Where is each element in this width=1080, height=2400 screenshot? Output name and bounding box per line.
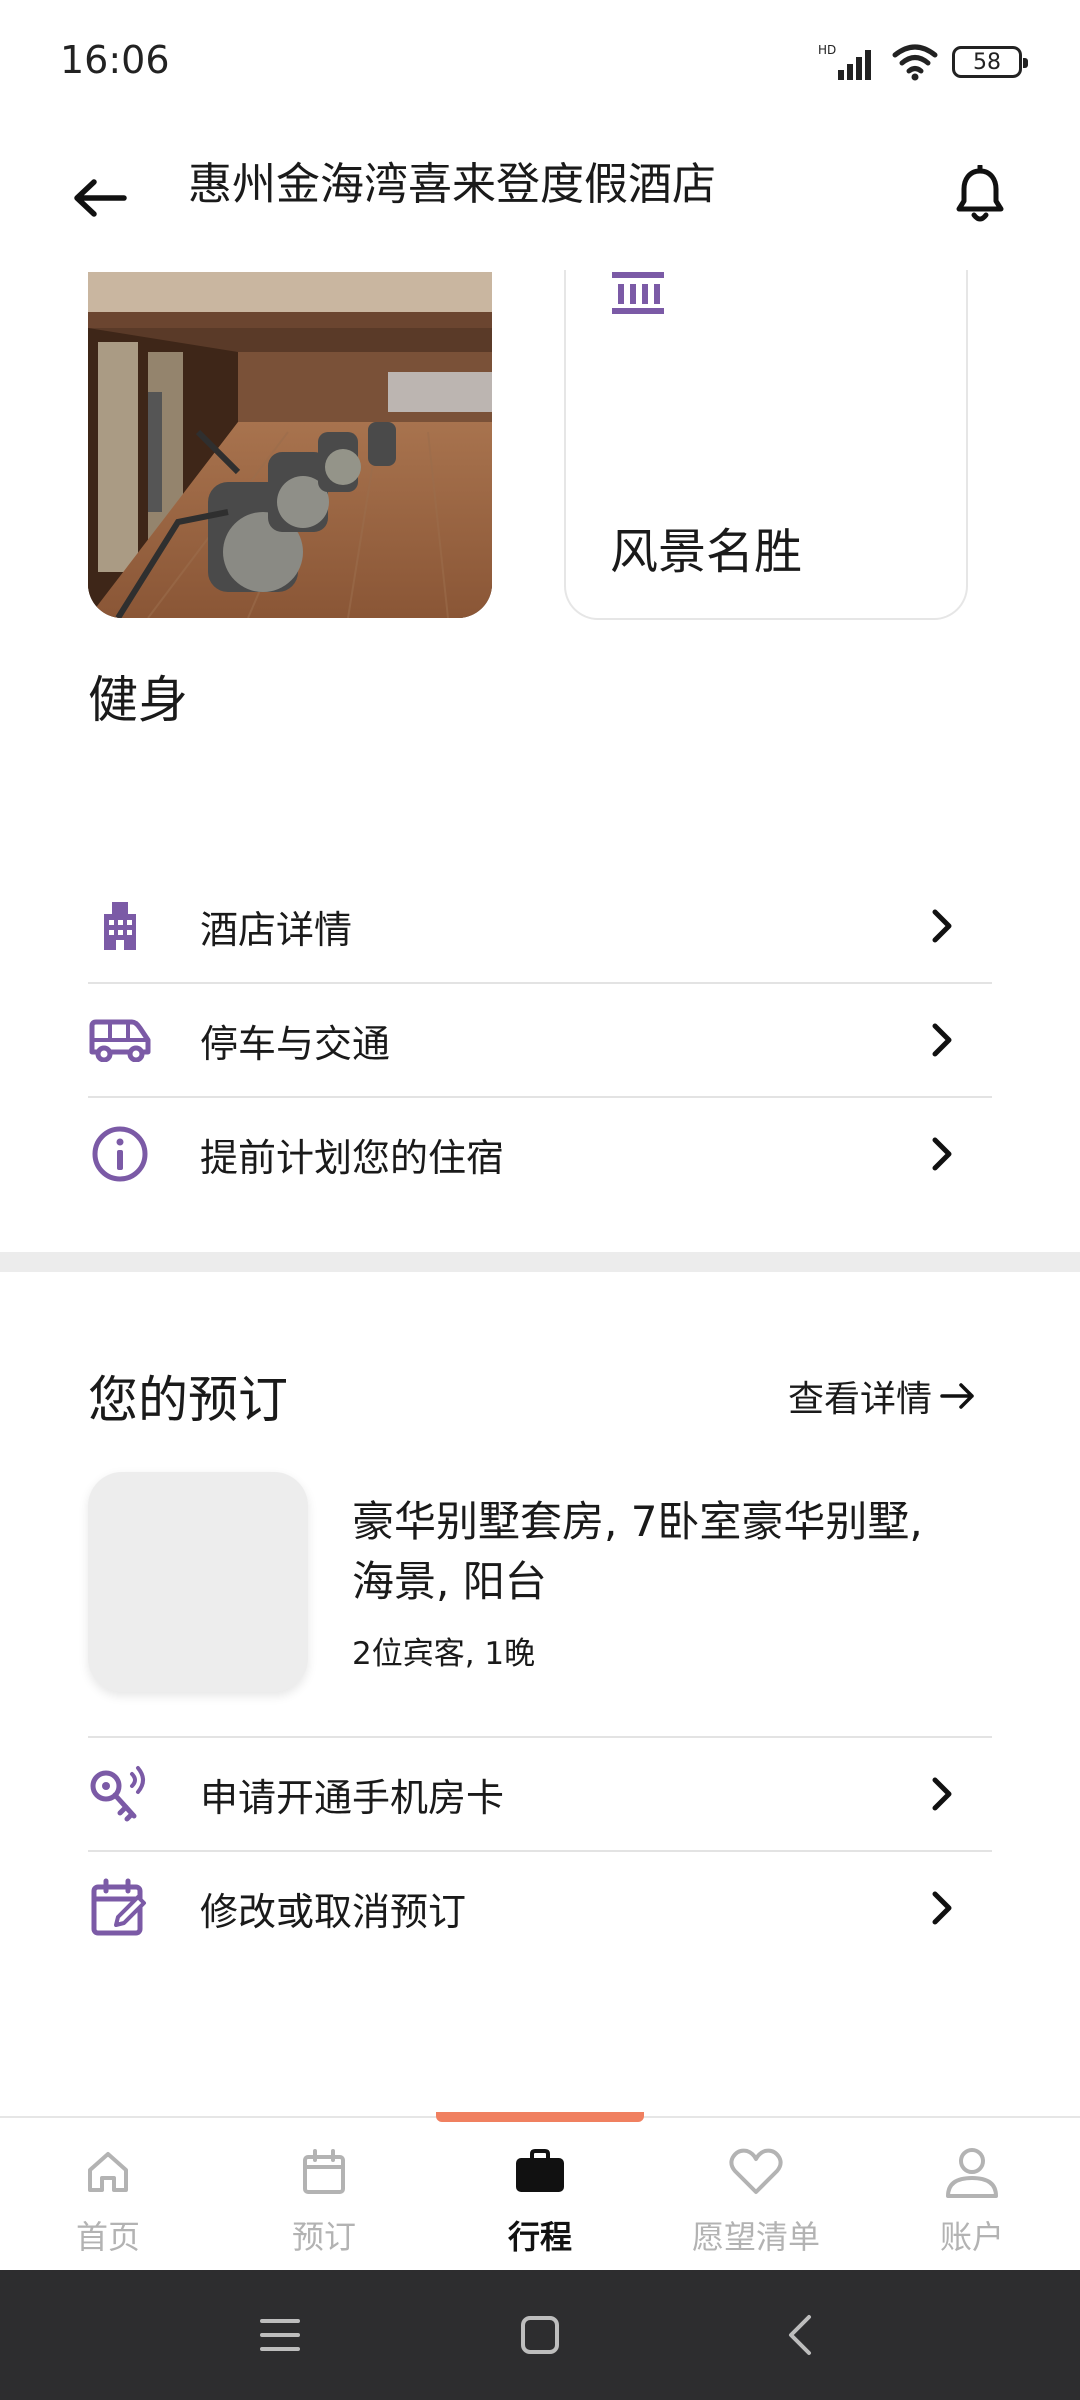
nav-label: 预订 [291,2218,356,2256]
room-name: 豪华别墅套房, 7卧室豪华别墅, 海景, 阳台 [352,1497,923,1606]
svg-text:HD: HD [818,43,836,57]
battery-level: 58 [973,49,1001,75]
home-button[interactable] [505,2300,575,2370]
row-label: 停车与交通 [200,1021,391,1066]
status-time: 16:06 [60,38,170,82]
parking-transport-row[interactable]: 停车与交通 [88,984,992,1096]
amenity-label-scenic: 风景名胜 [610,524,803,580]
key-icon [88,1762,152,1826]
nav-item-wishlist[interactable]: 愿望清单 [648,2118,864,2270]
gym-image [88,272,492,618]
nav-item-account[interactable]: 账户 [864,2118,1080,2270]
heart-icon [726,2142,786,2202]
menu-button[interactable] [245,2300,315,2370]
chevron-right-icon [912,896,972,956]
nav-item-trips[interactable]: 行程 [432,2118,648,2270]
mobile-key-row[interactable]: 申请开通手机房卡 [88,1738,992,1850]
briefcase-icon [510,2142,570,2202]
building-icon [88,894,152,958]
bottom-nav: 首页 预订 行程 愿望清单 账户 [0,2116,1080,2270]
calendar-edit-icon [88,1876,152,1940]
hotel-details-row[interactable]: 酒店详情 [88,870,992,982]
notifications-button[interactable] [940,150,1020,240]
menu-icon [260,2319,300,2351]
row-label: 提前计划您的住宿 [200,1135,505,1180]
chevron-right-icon [912,1764,972,1824]
view-details-label: 查看详情 [787,1379,932,1420]
active-tab-indicator [436,2112,644,2122]
status-bar: 16:06 HD 58 [0,0,1080,120]
chevron-right-icon [912,1124,972,1184]
plan-stay-row[interactable]: 提前计划您的住宿 [88,1098,992,1210]
square-icon [521,2316,559,2354]
fitness-photo[interactable] [88,272,492,618]
row-label: 酒店详情 [200,907,353,952]
nav-label: 行程 [507,2218,572,2256]
bell-icon [956,165,1004,222]
user-icon [942,2142,1002,2202]
nav-label: 账户 [939,2218,1004,2256]
nav-item-book[interactable]: 预订 [216,2118,432,2270]
back-triangle-icon [789,2315,811,2355]
app-header: 惠州金海湾喜来登度假酒店 [0,120,1080,270]
room-guests-nights: 2位宾客, 1晚 [352,1636,536,1672]
chevron-right-icon [912,1010,972,1070]
info-icon [88,1122,152,1186]
amenity-card-scenic[interactable]: 风景名胜 [564,250,968,620]
chevron-right-icon [912,1878,972,1938]
home-icon [78,2142,138,2202]
booking-section-title: 您的预订 [88,1371,288,1429]
nav-item-home[interactable]: 首页 [0,2118,216,2270]
nav-label: 首页 [75,2218,140,2256]
row-label: 修改或取消预订 [200,1889,467,1934]
system-back-button[interactable] [765,2300,835,2370]
landmark-icon [610,270,666,320]
arrow-right-icon [940,1383,974,1409]
row-label: 申请开通手机房卡 [200,1775,505,1820]
wifi-icon [892,44,938,81]
status-icons: HD 58 [818,40,1028,84]
view-details-link[interactable]: 查看详情 [788,1370,976,1422]
calendar-icon [294,2142,354,2202]
page-title: 惠州金海湾喜来登度假酒店 [188,159,716,210]
signal-icon: HD [818,43,871,80]
nav-label: 愿望清单 [691,2218,820,2256]
back-arrow-icon [74,179,127,217]
back-button[interactable] [60,158,140,238]
room-thumbnail[interactable] [88,1472,308,1692]
van-icon [88,1008,152,1072]
section-separator [0,1252,1080,1272]
modify-cancel-row[interactable]: 修改或取消预订 [88,1852,992,1964]
system-nav-bar [0,2270,1080,2400]
amenity-label-fitness: 健身 [88,671,188,729]
battery-icon: 58 [952,46,1028,78]
